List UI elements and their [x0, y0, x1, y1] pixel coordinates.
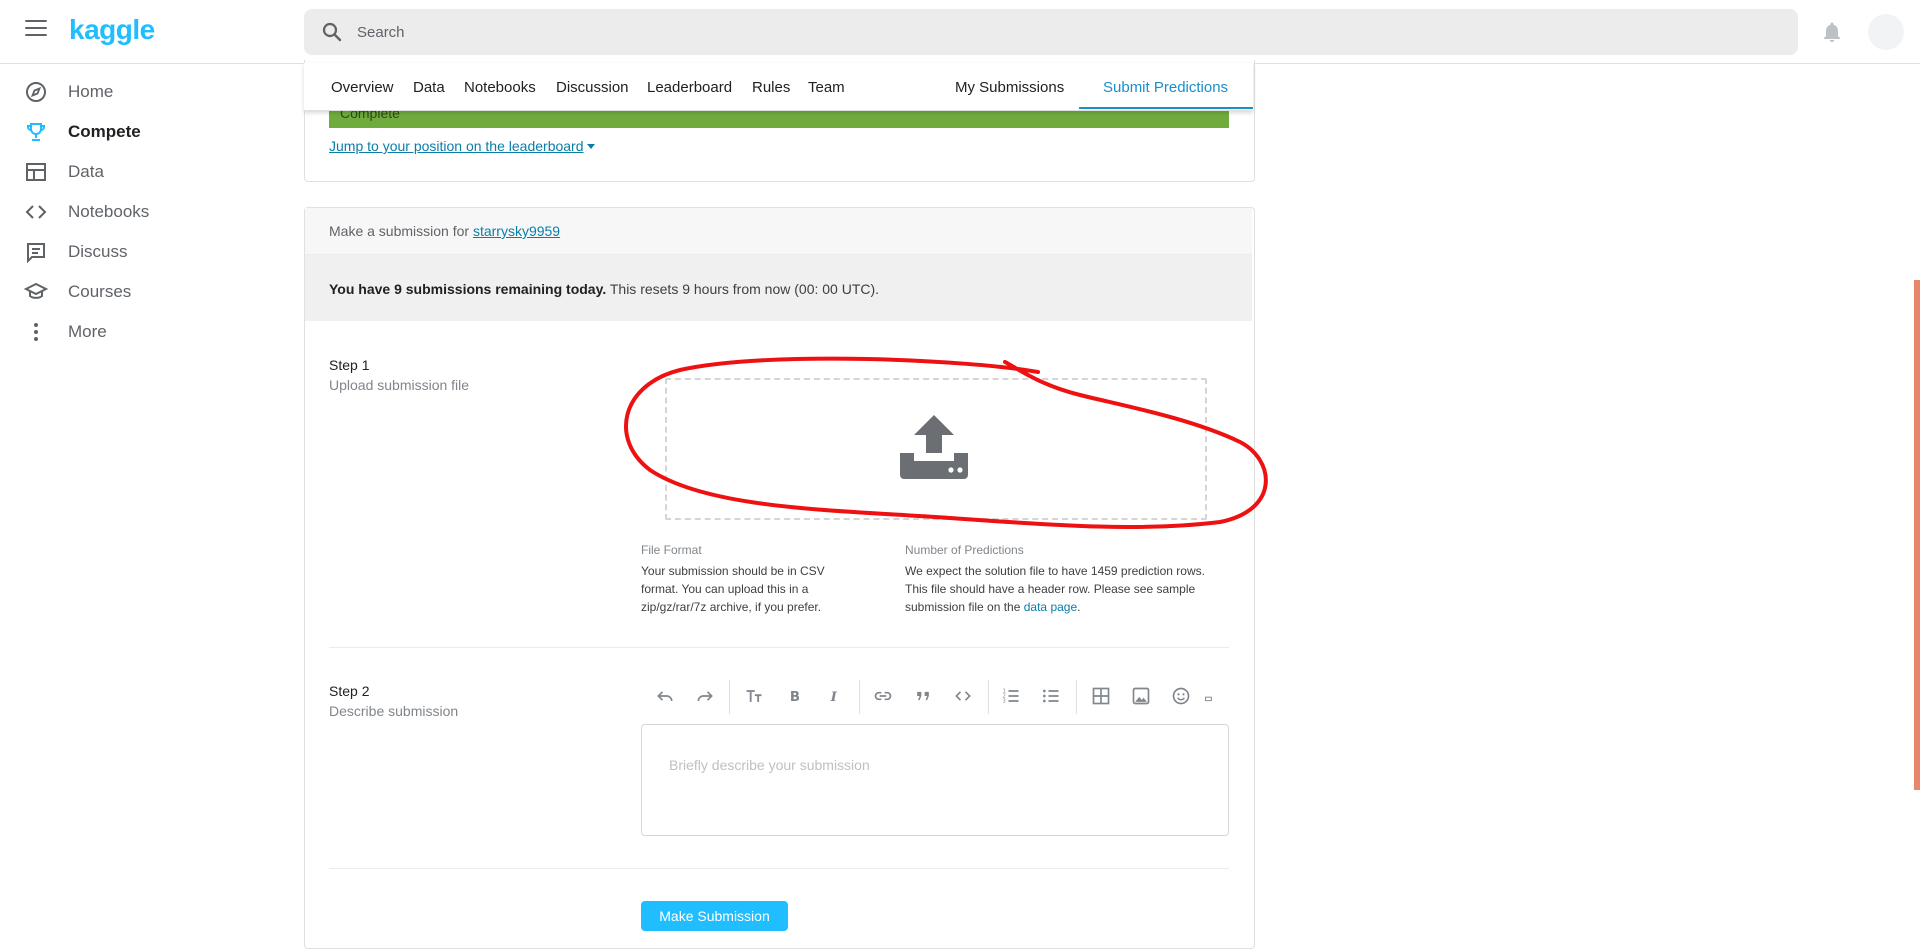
tab-my-submissions[interactable]: My Submissions	[955, 79, 1064, 96]
make-submission-button[interactable]: Make Submission	[641, 901, 788, 931]
toolbar-separator	[988, 680, 989, 714]
divider	[329, 647, 1229, 648]
avatar[interactable]	[1868, 14, 1904, 50]
ordered-list-icon: 123	[1003, 689, 1019, 705]
bold-button[interactable]: B	[780, 683, 808, 709]
predictions-tail: .	[1077, 600, 1081, 614]
jump-link-text: Jump to your position on the leaderboard	[329, 138, 584, 154]
sidebar-item-compete[interactable]: Compete	[24, 114, 274, 150]
tab-discussion[interactable]: Discussion	[556, 79, 629, 96]
sidebar-item-label: Home	[68, 82, 114, 101]
file-format-text: Your submission should be in CSV format.…	[641, 564, 825, 614]
sidebar-item-label: Discuss	[68, 242, 128, 261]
svg-text:I: I	[830, 689, 838, 705]
graduation-cap-icon	[24, 282, 48, 299]
data-page-link[interactable]: data page	[1024, 600, 1077, 614]
step2-subtitle: Describe submission	[329, 703, 459, 719]
active-tab-indicator	[1079, 107, 1253, 109]
link-icon	[874, 691, 892, 701]
tab-team[interactable]: Team	[808, 79, 845, 96]
tab-leaderboard[interactable]: Leaderboard	[647, 79, 732, 96]
emoji-button[interactable]	[1167, 683, 1195, 709]
divider	[329, 868, 1229, 869]
upload-icon	[900, 415, 968, 479]
bulleted-list-button[interactable]	[1037, 683, 1065, 709]
undo-button[interactable]	[651, 683, 679, 709]
bell-icon[interactable]	[1820, 20, 1844, 44]
tab-data[interactable]: Data	[413, 79, 445, 96]
bulleted-list-icon	[1043, 689, 1059, 703]
step1-subtitle: Upload submission file	[329, 377, 470, 393]
redo-icon	[697, 691, 713, 702]
description-editor	[641, 724, 1229, 836]
table-icon	[26, 163, 46, 181]
more-vert-icon	[34, 323, 38, 341]
markdown-icon	[1205, 696, 1212, 702]
italic-button[interactable]: I	[820, 683, 848, 709]
svg-text:3: 3	[1003, 699, 1006, 705]
code-icon	[955, 691, 971, 701]
predictions-text: We expect the solution file to have 1459…	[905, 562, 1230, 616]
markdown-toggle-button[interactable]	[1202, 683, 1216, 709]
predictions-label: Number of Predictions	[905, 543, 1024, 557]
remaining-count: You have 9 submissions remaining today.	[329, 281, 607, 297]
description-input[interactable]	[667, 752, 1211, 778]
image-icon	[1132, 687, 1150, 705]
bold-icon: B	[790, 690, 800, 705]
search-input[interactable]	[355, 13, 1759, 51]
step1-title: Step 1	[329, 357, 370, 373]
search-icon	[322, 22, 342, 42]
trophy-icon	[27, 123, 45, 141]
sidebar-item-label: Courses	[68, 282, 132, 301]
submission-header-text: Make a submission for starrysky9959	[329, 223, 560, 239]
ordered-list-button[interactable]: 123	[997, 683, 1025, 709]
text-size-icon	[746, 690, 762, 702]
table-button[interactable]	[1087, 683, 1115, 709]
svg-text:B: B	[790, 690, 800, 705]
sidebar-item-data[interactable]: Data	[24, 154, 274, 190]
sidebar-item-label: Notebooks	[68, 202, 150, 221]
sidebar-item-label: Data	[68, 162, 104, 181]
redo-button[interactable]	[691, 683, 719, 709]
toolbar-separator	[859, 680, 860, 714]
toolbar-separator	[1076, 680, 1077, 714]
caret-down-icon	[586, 144, 595, 149]
sidebar-item-home[interactable]: Home	[24, 74, 274, 110]
toolbar-separator	[729, 680, 730, 714]
sidebar-item-discuss[interactable]: Discuss	[24, 234, 274, 270]
username-link[interactable]: starrysky9959	[473, 223, 560, 239]
sidebar-item-courses[interactable]: Courses	[24, 274, 274, 310]
kaggle-logo[interactable]: kaggle	[69, 14, 155, 46]
compass-icon	[26, 82, 46, 102]
scrollbar-thumb[interactable]	[1914, 280, 1920, 790]
remaining-text: You have 9 submissions remaining today. …	[329, 281, 879, 297]
reset-time: This resets 9 hours from now (00: 00 UTC…	[609, 281, 880, 297]
menu-icon[interactable]	[25, 20, 47, 38]
sidebar-item-notebooks[interactable]: Notebooks	[24, 194, 274, 230]
submission-header-prefix: Make a submission for	[329, 223, 470, 239]
code-button[interactable]	[949, 683, 977, 709]
sidebar-item-label: More	[68, 322, 107, 341]
undo-icon	[657, 691, 673, 702]
tab-notebooks[interactable]: Notebooks	[464, 79, 536, 96]
tab-overview[interactable]: Overview	[331, 79, 394, 96]
jump-to-leaderboard-link[interactable]: Jump to your position on the leaderboard	[329, 138, 595, 154]
tab-submit-predictions[interactable]: Submit Predictions	[1103, 79, 1228, 96]
sidebar-item-more[interactable]: More	[24, 314, 274, 350]
emoji-icon	[1172, 687, 1190, 705]
code-icon	[25, 205, 47, 219]
table-icon	[1092, 687, 1110, 705]
step2-title: Step 2	[329, 683, 370, 699]
file-format-label: File Format	[641, 543, 702, 557]
link-button[interactable]	[869, 683, 897, 709]
comment-icon	[27, 243, 45, 264]
quote-icon	[917, 691, 929, 701]
sidebar-item-label: Compete	[68, 122, 141, 141]
italic-icon: I	[830, 689, 838, 705]
image-button[interactable]	[1127, 683, 1155, 709]
quote-button[interactable]	[909, 683, 937, 709]
heading-button[interactable]	[740, 683, 768, 709]
tab-rules[interactable]: Rules	[752, 79, 790, 96]
